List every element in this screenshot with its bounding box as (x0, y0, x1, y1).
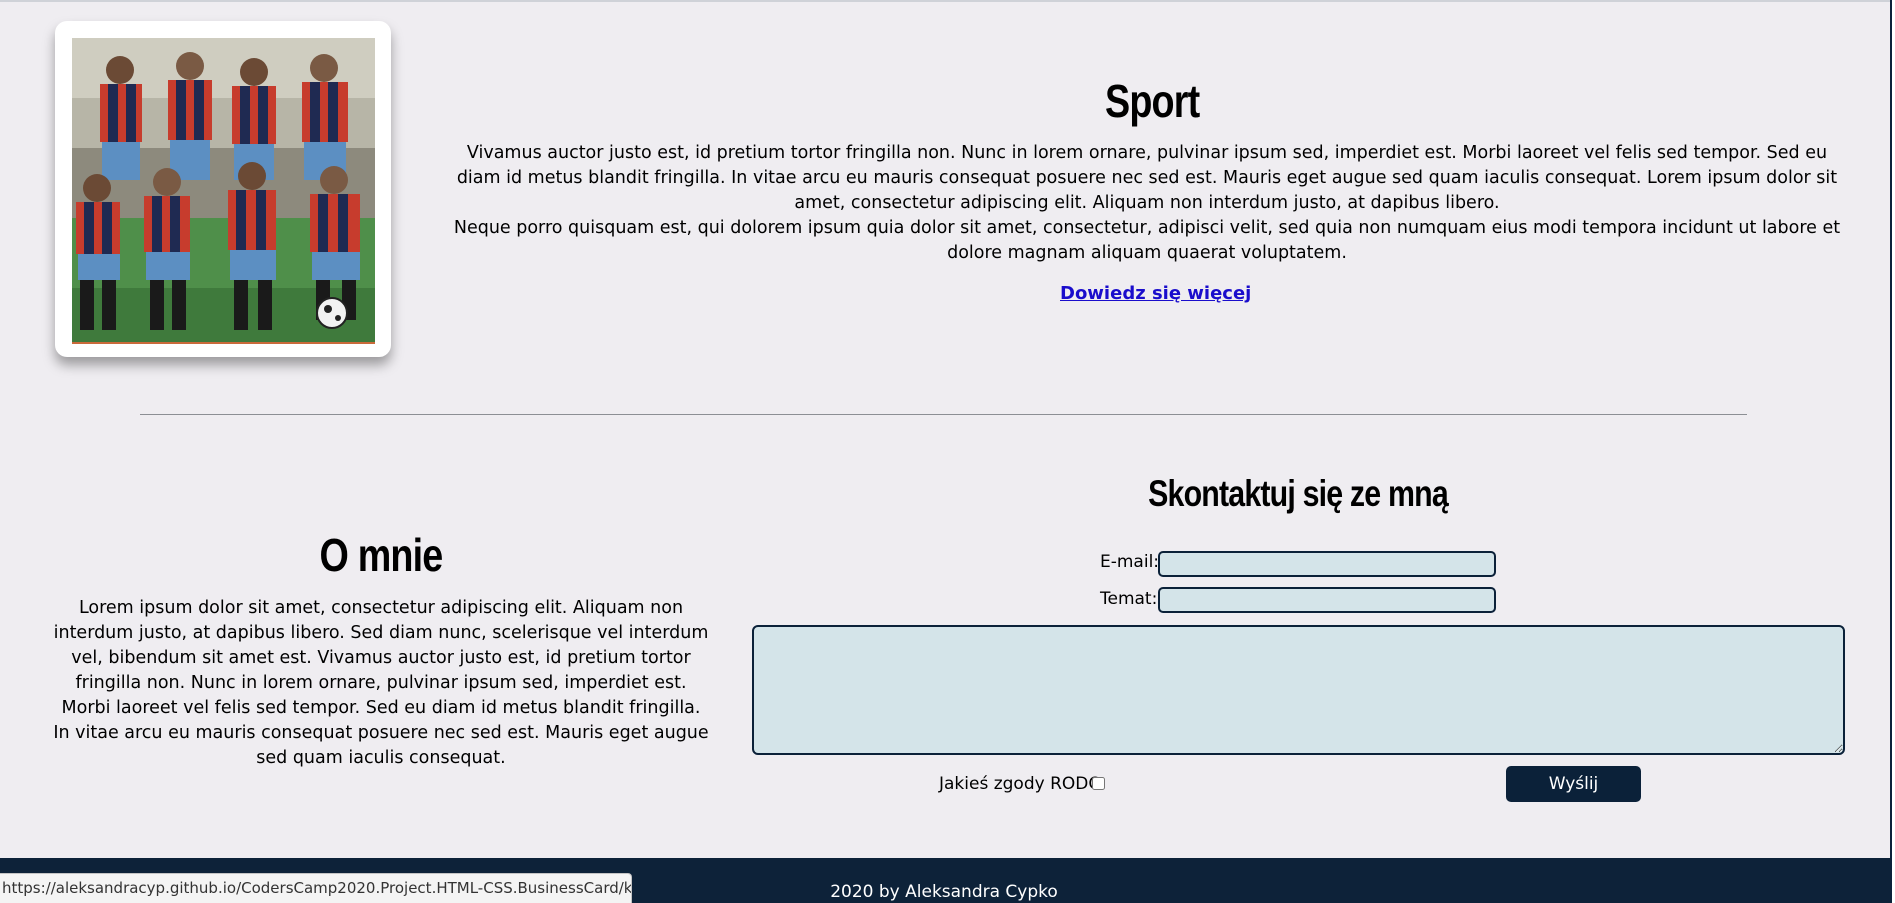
sport-paragraph-2: Neque porro quisquam est, qui dolorem ip… (453, 218, 1841, 263)
subject-label: Temat: (1100, 589, 1158, 609)
photo-card (55, 21, 391, 357)
rodo-consent-label: Jakieś zgody RODO (939, 774, 1102, 794)
learn-more-link[interactable]: Dowiedz się więcej (1060, 283, 1251, 304)
subject-field[interactable] (1158, 587, 1496, 613)
sport-description: Vivamus auctor justo est, id pretium tor… (452, 141, 1842, 266)
sport-heading: Sport (1105, 75, 1200, 127)
about-heading: O mnie (319, 529, 444, 581)
message-textarea[interactable] (752, 625, 1845, 755)
send-button[interactable]: Wyślij (1506, 766, 1641, 802)
email-field[interactable] (1158, 551, 1496, 577)
contact-heading: Skontaktuj się ze mną (1148, 473, 1449, 514)
section-divider (140, 414, 1747, 415)
browser-status-bar-url: https://aleksandracyp.github.io/CodersCa… (0, 873, 632, 903)
about-description: Lorem ipsum dolor sit amet, consectetur … (53, 598, 709, 768)
sport-paragraph-1: Vivamus auctor justo est, id pretium tor… (456, 143, 1838, 213)
email-label: E-mail: (1100, 552, 1160, 572)
window-top-edge (0, 0, 1895, 2)
rodo-consent-checkbox[interactable] (1092, 777, 1105, 790)
team-photo (72, 38, 375, 344)
